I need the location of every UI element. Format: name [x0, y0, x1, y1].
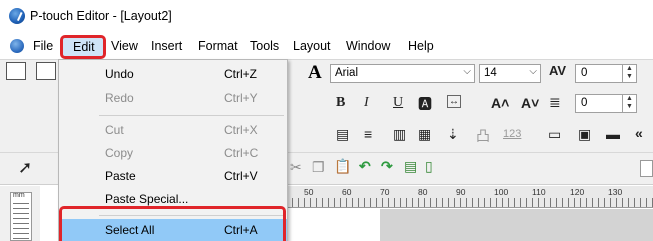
- menu-tools[interactable]: Tools: [250, 39, 279, 53]
- menu-item-shortcut: Ctrl+C: [224, 146, 259, 160]
- font-name-value: Arial: [335, 67, 359, 79]
- copy-icon[interactable]: ❐: [312, 159, 325, 176]
- menu-separator: [99, 115, 284, 116]
- menu-item-label: Copy: [105, 146, 134, 160]
- menu-help[interactable]: Help: [408, 39, 434, 53]
- ruler-number: 50: [304, 187, 314, 197]
- char-spacing-icon: AV: [549, 63, 567, 78]
- line-spacing-icon: ≣: [549, 94, 561, 110]
- vertical-text-icon[interactable]: ⇣: [447, 126, 459, 143]
- menu-item-copy[interactable]: Copy Ctrl+C: [59, 142, 287, 164]
- bold-button[interactable]: B: [336, 95, 345, 111]
- menu-format[interactable]: Format: [198, 39, 238, 53]
- menu-item-label: Undo: [105, 67, 134, 81]
- menu-view[interactable]: View: [111, 39, 138, 53]
- layout-canvas[interactable]: [268, 209, 653, 241]
- title-bar: P-touch Editor - [Layout2]: [0, 0, 653, 33]
- numbering-icon[interactable]: 123: [503, 128, 521, 140]
- spin-arrows-icon[interactable]: ▲ ▼: [622, 65, 636, 82]
- menu-item-shortcut: Ctrl+Z: [224, 67, 257, 81]
- font-name-select[interactable]: Arial ⌵: [330, 64, 475, 83]
- char-spacing-value: 0: [581, 67, 588, 79]
- menu-edit-label: Edit: [73, 40, 95, 54]
- horizontal-ruler: 50 60 70 80 90 100 110 120 130: [268, 186, 653, 208]
- p-touch-app-icon: [9, 8, 25, 24]
- line-spacing-spinner[interactable]: 0 ▲ ▼: [575, 94, 637, 113]
- align-left-icon[interactable]: ▤: [336, 126, 349, 143]
- menu-item-undo[interactable]: Undo Ctrl+Z: [59, 63, 287, 85]
- chevron-down-icon: ⌵: [529, 66, 537, 77]
- justify-icon[interactable]: ▦: [418, 126, 431, 143]
- document-icon[interactable]: [10, 39, 24, 53]
- menu-item-shortcut: Ctrl+V: [224, 169, 258, 183]
- ruler-number: 120: [570, 187, 585, 197]
- frame-bottom-icon[interactable]: ▬: [606, 126, 620, 142]
- menu-item-shortcut: Ctrl+Y: [224, 91, 258, 105]
- properties-dock-icon[interactable]: [6, 62, 26, 80]
- menu-window[interactable]: Window: [346, 39, 390, 53]
- page-properties-icon[interactable]: [36, 62, 56, 80]
- undo-icon[interactable]: ↶: [359, 158, 371, 175]
- redo-icon[interactable]: ↷: [381, 158, 393, 175]
- spin-arrows-icon[interactable]: ▲ ▼: [622, 95, 636, 112]
- select-cursor-icon[interactable]: ➚: [18, 158, 32, 178]
- menu-layout[interactable]: Layout: [293, 39, 331, 53]
- align-objects-icon[interactable]: ▯: [425, 158, 433, 175]
- group-icon[interactable]: ▤: [404, 158, 417, 175]
- menu-item-label: Paste: [105, 169, 136, 183]
- cut-icon[interactable]: ✂: [290, 159, 302, 176]
- menu-edit[interactable]: Edit: [60, 35, 106, 59]
- ruler-number: 60: [342, 187, 352, 197]
- menu-item-label: Redo: [105, 91, 134, 105]
- ruler-number: 100: [494, 187, 509, 197]
- line-spacing-value: 0: [581, 97, 588, 109]
- menu-item-label: Paste Special...: [105, 192, 189, 206]
- select-all-highlight-frame: [59, 206, 286, 241]
- align-right-icon[interactable]: ▥: [393, 126, 406, 143]
- frame-middle-icon[interactable]: ▣: [578, 126, 591, 143]
- ruler-number: 70: [380, 187, 390, 197]
- char-spacing-spinner[interactable]: 0 ▲ ▼: [575, 64, 637, 83]
- outline-text-icon[interactable]: 🅰: [418, 94, 432, 114]
- font-properties-icon[interactable]: A: [308, 62, 322, 84]
- align-center-icon[interactable]: ≡: [364, 126, 372, 142]
- shrink-font-icon[interactable]: A˅: [521, 95, 539, 111]
- font-size-value: 14: [484, 67, 497, 79]
- ruler-number: 130: [608, 187, 623, 197]
- menu-item-shortcut: Ctrl+X: [224, 123, 258, 137]
- ruler-number: 80: [418, 187, 428, 197]
- chevron-down-icon: ⌵: [463, 66, 471, 77]
- toolbar-overflow-icon[interactable]: [640, 160, 653, 177]
- vertical-ruler: mm: [10, 192, 32, 241]
- italic-button[interactable]: I: [364, 95, 369, 111]
- menu-insert[interactable]: Insert: [151, 39, 182, 53]
- window-title: P-touch Editor - [Layout2]: [30, 9, 172, 23]
- ruler-ticks: [268, 198, 653, 207]
- font-size-select[interactable]: 14 ⌵: [479, 64, 541, 83]
- ruler-number: 90: [456, 187, 466, 197]
- underline-button[interactable]: U: [393, 95, 403, 111]
- ruler-unit-label: mm: [13, 192, 25, 199]
- paste-icon[interactable]: 📋: [334, 158, 351, 175]
- grow-font-icon[interactable]: A˄: [491, 95, 509, 111]
- text-effect-icon[interactable]: ↔: [447, 95, 461, 108]
- toolbar-more-icon[interactable]: «: [635, 125, 643, 141]
- menu-item-redo[interactable]: Redo Ctrl+Y: [59, 87, 287, 109]
- menu-file[interactable]: File: [33, 39, 53, 53]
- menu-item-paste[interactable]: Paste Ctrl+V: [59, 165, 287, 187]
- symbol-icon[interactable]: 凸: [476, 126, 490, 146]
- frame-top-icon[interactable]: ▭: [548, 126, 561, 143]
- menu-item-cut[interactable]: Cut Ctrl+X: [59, 119, 287, 141]
- menu-item-label: Cut: [105, 123, 124, 137]
- ruler-number: 110: [532, 187, 546, 197]
